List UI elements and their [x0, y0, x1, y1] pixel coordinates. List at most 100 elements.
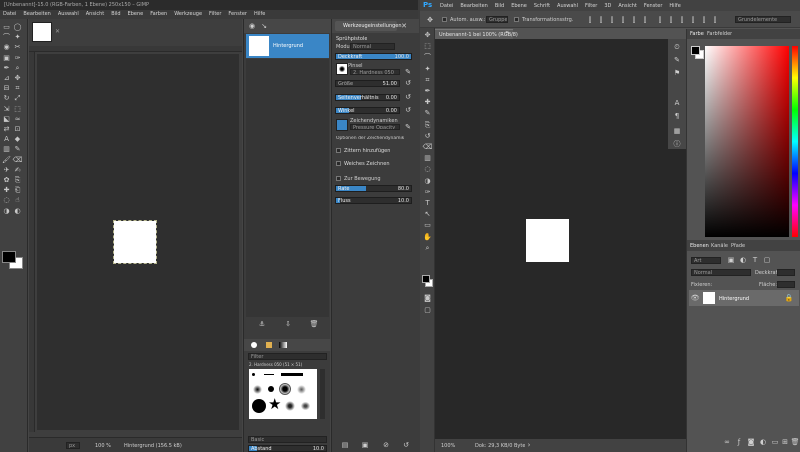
tab-farbe[interactable]: Farbe — [690, 31, 704, 37]
smudge-tool-icon[interactable]: ☝ — [13, 196, 22, 205]
delete-layer-ps-icon[interactable]: 🗑 — [791, 438, 800, 446]
status-arrow-icon[interactable]: › — [525, 441, 533, 449]
new-layer-icon[interactable]: ⊞ — [781, 438, 789, 446]
blend-tool-icon[interactable]: ▥ — [2, 145, 11, 154]
jitter-checkbox[interactable] — [336, 148, 341, 153]
ps-lasso-tool-icon[interactable]: ⌒ — [423, 53, 432, 62]
shear-tool-icon[interactable]: ⇲ — [2, 105, 11, 114]
ellipse-select-tool-icon[interactable]: ◯ — [13, 23, 22, 32]
bucket-fill-tool-icon[interactable]: ◆ — [13, 135, 22, 144]
info-panel-icon[interactable]: ⓘ — [673, 140, 681, 148]
brush-preview-button[interactable] — [336, 63, 348, 75]
ps-history-brush-tool-icon[interactable]: ↺ — [423, 132, 432, 141]
gradients-tab-icon[interactable] — [279, 342, 287, 348]
ps-healing-tool-icon[interactable]: ✚ — [423, 98, 432, 107]
thumbnail-close-icon[interactable]: ✕ — [55, 28, 60, 35]
tab-farbfelder[interactable]: Farbfelder — [707, 31, 732, 37]
reset-options-icon[interactable]: ↺ — [402, 441, 410, 449]
angle-slider[interactable]: Winkel 0.00 — [335, 107, 400, 114]
brush-preview-texture[interactable] — [297, 385, 306, 394]
dynamics-field[interactable]: Pressure Opacity — [350, 124, 400, 130]
ink-tool-icon[interactable]: ✍ — [13, 166, 22, 175]
layer-mask-icon[interactable]: ◙ — [747, 438, 755, 446]
gimp-menu-farben[interactable]: Farben — [150, 11, 167, 17]
gimp-image-layer[interactable] — [113, 220, 157, 264]
distribute-top-icon[interactable]: ⫿ — [656, 16, 664, 24]
group-select[interactable]: Gruppe — [486, 16, 508, 23]
cage-tool-icon[interactable]: ⊡ — [13, 125, 22, 134]
delete-options-icon[interactable]: ⊘ — [382, 441, 390, 449]
paintbrush-tool-icon[interactable]: 🖌 — [2, 156, 11, 165]
crop-tool-icon[interactable]: ⌗ — [13, 84, 22, 93]
ps-rectangle-tool-icon[interactable]: ▭ — [423, 221, 432, 230]
delete-layer-icon[interactable]: 🗑 — [310, 320, 319, 328]
patterns-tab-icon[interactable] — [266, 342, 272, 348]
merge-layer-icon[interactable]: ⇩ — [284, 320, 292, 328]
angle-reset-icon[interactable]: ↺ — [404, 106, 412, 114]
tab-kanaele[interactable]: Kanäle — [711, 243, 728, 249]
auto-select-checkbox[interactable] — [442, 17, 447, 22]
gimp-menu-fenster[interactable]: Fenster — [228, 11, 247, 17]
gimp-menu-bild[interactable]: Bild — [111, 11, 120, 17]
transform-checkbox[interactable] — [514, 17, 519, 22]
brushes-tab-icon[interactable] — [251, 342, 257, 348]
filter-adjust-icon[interactable]: ◐ — [739, 256, 747, 264]
size-reset-icon[interactable]: ↺ — [404, 79, 412, 87]
brush-preview-large[interactable] — [252, 399, 266, 413]
ps-gradient-tool-icon[interactable]: ▥ — [423, 154, 432, 163]
burn-tool-icon[interactable]: ◐ — [13, 207, 22, 216]
dynamics-edit-icon[interactable]: ✎ — [404, 123, 412, 131]
brush-edit-icon[interactable]: ✎ — [404, 68, 412, 76]
brush-preview-splatter[interactable] — [300, 401, 311, 411]
text-tool-icon[interactable]: A — [2, 135, 11, 144]
distribute-left-icon[interactable]: ⫿ — [689, 16, 697, 24]
flip-tool-icon[interactable]: ⇄ — [2, 125, 11, 134]
gimp-menu-datei[interactable]: Datei — [3, 11, 16, 17]
rate-slider[interactable]: Rate 80.0 — [335, 185, 412, 192]
ps-menu-ansicht[interactable]: Ansicht — [618, 3, 636, 9]
tab-tool-options[interactable]: Werkzeugeinstellungen — [335, 21, 402, 31]
brush-preview-selected[interactable] — [279, 383, 291, 395]
tab-ebenen[interactable]: Ebenen — [690, 243, 709, 249]
perspective-clone-tool-icon[interactable]: ⎗ — [13, 186, 22, 195]
align-hcenter-icon[interactable]: ⫿ — [630, 16, 638, 24]
color-picker-tool-icon[interactable]: ✒ — [2, 64, 11, 73]
brush-preview-star[interactable]: ★ — [268, 397, 281, 412]
workspace-select[interactable]: Grundelemente — [735, 16, 791, 23]
history-panel-icon[interactable]: ⏲ — [673, 43, 681, 51]
zoom-level[interactable]: 100 % — [95, 443, 111, 449]
properties-panel-icon[interactable]: ▦ — [673, 127, 681, 135]
brush-preview-round[interactable] — [268, 386, 274, 392]
layer-kind-filter[interactable]: Art — [691, 257, 721, 264]
flow-slider[interactable]: Fluss 10.0 — [335, 197, 412, 204]
opacity-field-ps[interactable] — [777, 269, 795, 276]
align-right-icon[interactable]: ⫿ — [641, 16, 649, 24]
hue-slider[interactable] — [792, 46, 798, 237]
ps-path-select-tool-icon[interactable]: ↖ — [423, 210, 432, 219]
gimp-menu-hilfe[interactable]: Hilfe — [254, 11, 265, 17]
gimp-menu-bearbeiten[interactable]: Bearbeiten — [23, 11, 50, 17]
perspective-tool-icon[interactable]: ⬚ — [13, 105, 22, 114]
color-select-tool-icon[interactable]: ◉ — [2, 43, 11, 52]
fill-field[interactable] — [777, 281, 795, 288]
align-vcenter-icon[interactable]: ⫿ — [597, 16, 605, 24]
rotate-tool-icon[interactable]: ↻ — [2, 94, 11, 103]
dynamics-options-expander[interactable]: Optionen der Zeichendynamik — [336, 136, 404, 141]
move-tool-icon[interactable]: ✥ — [13, 74, 22, 83]
smooth-checkbox[interactable] — [336, 161, 341, 166]
foreground-select-tool-icon[interactable]: ▣ — [2, 54, 11, 63]
heal-tool-icon[interactable]: ✚ — [2, 186, 11, 195]
move-tool-icon[interactable]: ✥ — [426, 16, 434, 24]
brush-preview-line[interactable] — [281, 373, 303, 376]
gimp-menu-ebene[interactable]: Ebene — [128, 11, 144, 17]
aspect-reset-icon[interactable]: ↺ — [404, 93, 412, 101]
align-top-icon[interactable]: ⫿ — [586, 16, 594, 24]
ps-type-tool-icon[interactable]: T — [423, 199, 432, 208]
link-layers-icon[interactable]: ∞ — [723, 438, 731, 446]
ps-pen-tool-icon[interactable]: ✑ — [423, 188, 432, 197]
tool-options-tab-label[interactable]: Werkzeugeinstellungen — [343, 23, 402, 29]
ps-crop-tool-icon[interactable]: ⌗ — [423, 76, 432, 85]
paths-tab-icon[interactable]: ↘ — [260, 22, 268, 30]
warp-tool-icon[interactable]: ≈ — [13, 115, 22, 124]
anchor-layer-icon[interactable]: ⚓ — [258, 320, 266, 328]
